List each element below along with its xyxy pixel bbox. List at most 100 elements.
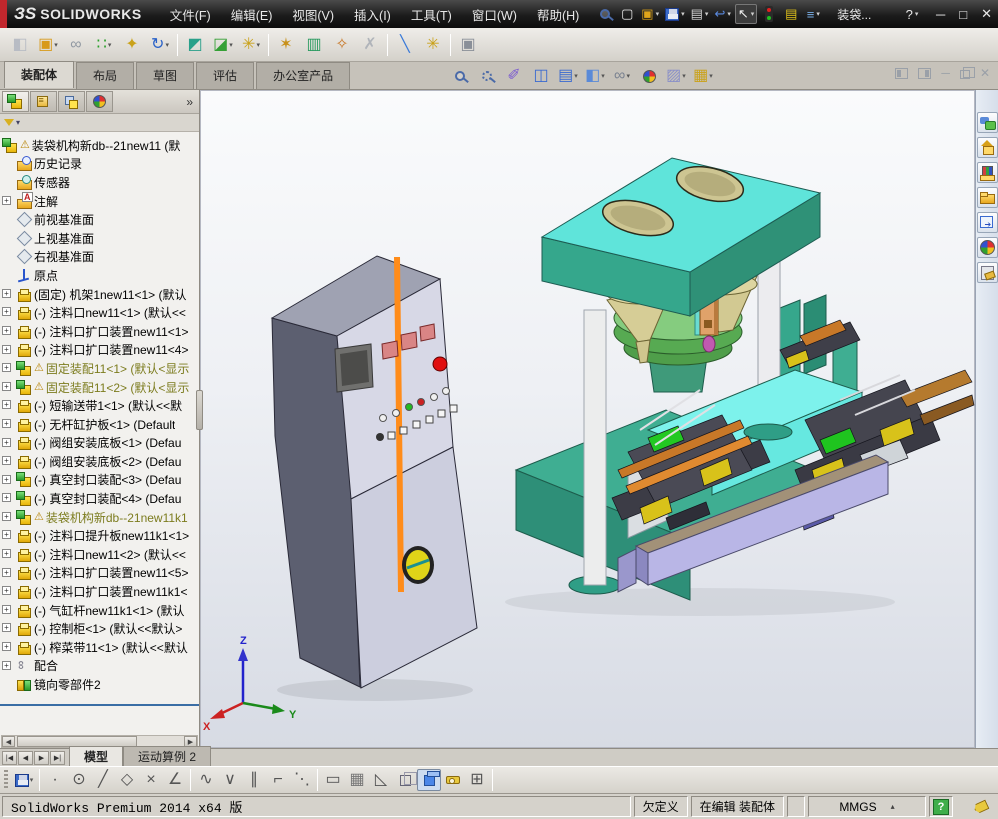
tree-item[interactable]: + ⚠ 装袋机构新db--21new11k1 — [0, 508, 199, 527]
view-settings-icon[interactable]: ▦ — [691, 65, 715, 87]
expand-toggle-icon[interactable]: + — [2, 195, 11, 205]
assembly-features-icon[interactable]: ✳ — [237, 31, 265, 59]
tree-item[interactable]: + ⚠ 配合 — [0, 657, 199, 676]
rollback-bar[interactable] — [0, 704, 199, 706]
circle-tool-icon[interactable]: ⊙ — [67, 769, 91, 791]
triangle-snap-icon[interactable]: ◺ — [369, 769, 393, 791]
expand-toggle-icon[interactable]: + — [2, 363, 11, 373]
smart-fasteners-icon[interactable]: ✦ — [118, 31, 146, 59]
rotate-component-icon[interactable]: ↻ — [146, 31, 174, 59]
parallel-relation-icon[interactable]: ∥ — [242, 769, 266, 791]
save-icon[interactable] — [663, 4, 687, 24]
traffic-light-icon[interactable] — [759, 4, 779, 24]
expand-toggle-icon[interactable]: + — [2, 456, 11, 466]
tree-item[interactable]: + ⚠ (-) 阀组安装底板<2> (Defau — [0, 452, 199, 471]
tab-model[interactable]: 模型 — [69, 746, 124, 766]
tree-item[interactable]: + ⚠ (-) 注料口new11<2> (默认<< — [0, 545, 199, 564]
zoom-fit-icon[interactable] — [448, 65, 472, 87]
edit-appearance-icon[interactable] — [637, 65, 661, 87]
tree-item[interactable]: + ⚠ (-) 阀组安装底板<1> (Defau — [0, 434, 199, 453]
display-style-icon[interactable]: ◧ — [583, 65, 607, 87]
panel-splitter-handle[interactable] — [196, 390, 203, 430]
tangent-arc-icon[interactable]: ∿ — [194, 769, 218, 791]
sheet-nav-button[interactable]: ◀ — [18, 751, 33, 765]
tree-item[interactable]: + ⚠ 传感器 — [0, 173, 199, 192]
expand-toggle-icon[interactable]: + — [2, 381, 11, 391]
doc-minimize-button[interactable]: ─ — [941, 66, 950, 80]
dimension-icon[interactable]: ▭ — [321, 769, 345, 791]
expand-toggle-icon[interactable]: + — [2, 418, 11, 428]
expand-toggle-icon[interactable]: + — [2, 623, 11, 633]
tree-item[interactable]: + ⚠ (-) 注料口扩口装置new11<5> — [0, 564, 199, 583]
sheet-nav-button[interactable]: |◀ — [2, 751, 17, 765]
motion-study-icon[interactable]: ✶ — [272, 31, 300, 59]
solidworks-resources-icon[interactable] — [976, 137, 998, 158]
tree-item[interactable]: + ⚠ 历史记录 — [0, 155, 199, 174]
angle-tool-icon[interactable]: ∠ — [163, 769, 187, 791]
tree-item[interactable]: + ⚠ (-) 注料口扩口装置new11<1> — [0, 322, 199, 341]
hide-show-items-icon[interactable]: ∞ — [610, 65, 634, 87]
tree-item[interactable]: + ⚠ (-) 无杆缸护板<1> (Default — [0, 415, 199, 434]
tree-item[interactable]: + ⚠ (-) 控制柜<1> (默认<<默认> — [0, 619, 199, 638]
menu-tools[interactable]: 工具(T) — [401, 2, 462, 27]
search-icon[interactable] — [595, 4, 615, 24]
tree-item[interactable]: + ⚠ 固定装配11<1> (默认<显示 — [0, 359, 199, 378]
custom-properties-icon[interactable] — [976, 262, 998, 283]
expand-toggle-icon[interactable]: + — [2, 288, 11, 298]
expand-toggle-icon[interactable]: + — [2, 586, 11, 596]
expand-toggle-icon[interactable]: + — [2, 511, 11, 521]
tree-item[interactable]: + ⚠ (-) 短输送带1<1> (默认<<默 — [0, 396, 199, 415]
file-explorer-icon[interactable] — [976, 187, 998, 208]
section-view-icon[interactable]: ◫ — [529, 65, 553, 87]
line-tool-icon[interactable]: ╱ — [91, 769, 115, 791]
close-button[interactable]: ✕ — [981, 6, 992, 22]
show-hidden-components-icon[interactable]: ◪ — [209, 31, 237, 59]
displaymanager-tab[interactable] — [86, 91, 113, 112]
tab-assembly[interactable]: 装配体 — [4, 61, 75, 88]
tag-icon[interactable] — [973, 799, 990, 814]
units-selector[interactable]: MMGS ▴ — [808, 796, 926, 817]
view-orientation-icon[interactable]: ▤ — [556, 65, 580, 87]
quick-tips-button[interactable]: ? — [933, 798, 949, 815]
appearances-scenes-icon[interactable] — [976, 237, 998, 258]
exploded-view-icon[interactable]: ✧ — [328, 31, 356, 59]
configurationmanager-tab[interactable] — [58, 91, 85, 112]
print-icon[interactable]: ▤ — [689, 4, 711, 24]
open-icon[interactable]: ▣ — [639, 4, 661, 24]
tree-item[interactable]: + ⚠ (-) 榨菜带11<1> (默认<<默认 — [0, 638, 199, 657]
tree-filter-bar[interactable]: ▾ — [0, 114, 199, 132]
polygon-tool-icon[interactable]: ◇ — [115, 769, 139, 791]
expand-toggle-icon[interactable]: + — [2, 325, 11, 335]
graphics-viewport[interactable]: Z X Y — [200, 90, 975, 748]
menu-edit[interactable]: 编辑(E) — [221, 2, 283, 27]
tree-item[interactable]: + ⚠ 固定装配11<2> (默认<显示 — [0, 378, 199, 397]
tree-item[interactable]: + ⚠ 镜向零部件2 — [0, 675, 199, 694]
expand-toggle-icon[interactable]: + — [2, 474, 11, 484]
perpendicular-relation-icon[interactable]: ⌐ — [266, 769, 290, 791]
doc-close-button[interactable]: ✕ — [980, 66, 990, 80]
tab-office-products[interactable]: 办公室产品 — [256, 62, 351, 89]
pane-right-toggle[interactable] — [918, 67, 932, 79]
undo-icon[interactable]: ↩ — [712, 4, 732, 24]
expand-toggle-icon[interactable]: + — [2, 604, 11, 614]
tree-item[interactable]: + ⚠ (-) 注料口提升板new11k1<1> — [0, 526, 199, 545]
propertymanager-tab[interactable] — [30, 91, 57, 112]
measure-diagonal-icon[interactable]: ╲ — [391, 31, 419, 59]
minimize-button[interactable]: ─ — [936, 7, 945, 22]
tab-sketch[interactable]: 草图 — [136, 62, 195, 89]
tree-item[interactable]: + ⚠ (-) 真空封口装配<4> (Defau — [0, 489, 199, 508]
tree-item[interactable]: + ⚠ (固定) 机架1new11<1> (默认 — [0, 285, 199, 304]
tree-item[interactable]: + ⚠ (-) 注料口new11<1> (默认<< — [0, 303, 199, 322]
maximize-button[interactable]: □ — [959, 7, 967, 22]
expand-toggle-icon[interactable]: + — [2, 493, 11, 503]
tab-motion-study-2[interactable]: 运动算例 2 — [123, 746, 212, 766]
tree-item[interactable]: + ⚠ 注解 — [0, 191, 199, 211]
edit-component-icon[interactable]: ◧ — [6, 31, 34, 59]
tree-item[interactable]: + ⚠ 上视基准面 — [0, 229, 199, 248]
view-palette-icon[interactable] — [976, 212, 998, 233]
symmetry-relation-icon[interactable]: ∨ — [218, 769, 242, 791]
shaded-display-icon[interactable] — [417, 769, 441, 791]
expand-toggle-icon[interactable]: + — [2, 344, 11, 354]
expand-toggle-icon[interactable]: + — [2, 642, 11, 652]
scroll-left-arrow[interactable]: ◀ — [2, 736, 15, 747]
